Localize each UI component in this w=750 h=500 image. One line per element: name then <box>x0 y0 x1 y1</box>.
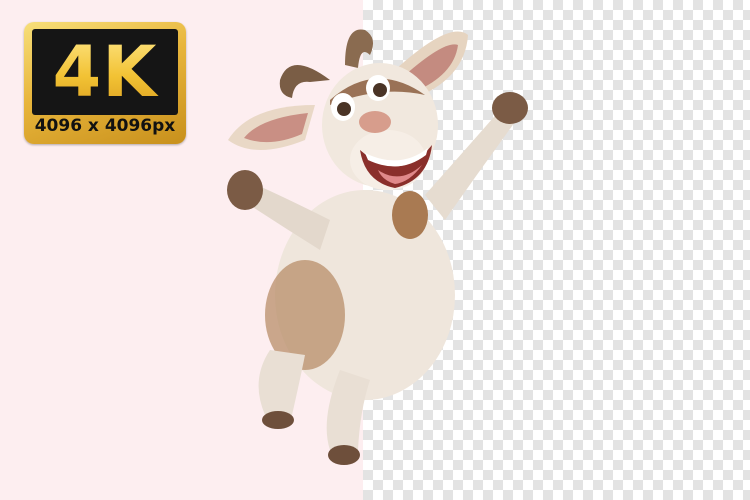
badge-4k-label: 4K <box>32 29 178 115</box>
resolution-badge: 4K 4096 x 4096px <box>24 22 186 144</box>
left-hoof-foot <box>262 411 294 429</box>
right-pupil <box>373 83 387 97</box>
right-arm <box>425 110 515 220</box>
left-horn <box>279 65 330 98</box>
badge-dark-panel: 4K <box>32 29 178 115</box>
right-hoof-hand <box>492 92 528 124</box>
badge-resolution-label: 4096 x 4096px <box>34 116 176 136</box>
left-leg <box>258 350 305 415</box>
left-hoof-hand <box>227 170 263 210</box>
left-pupil <box>337 102 351 116</box>
goat-illustration <box>227 29 528 465</box>
right-hoof-foot <box>328 445 360 465</box>
nose <box>359 111 391 133</box>
right-horn <box>345 29 374 68</box>
chest-patch <box>392 191 428 239</box>
